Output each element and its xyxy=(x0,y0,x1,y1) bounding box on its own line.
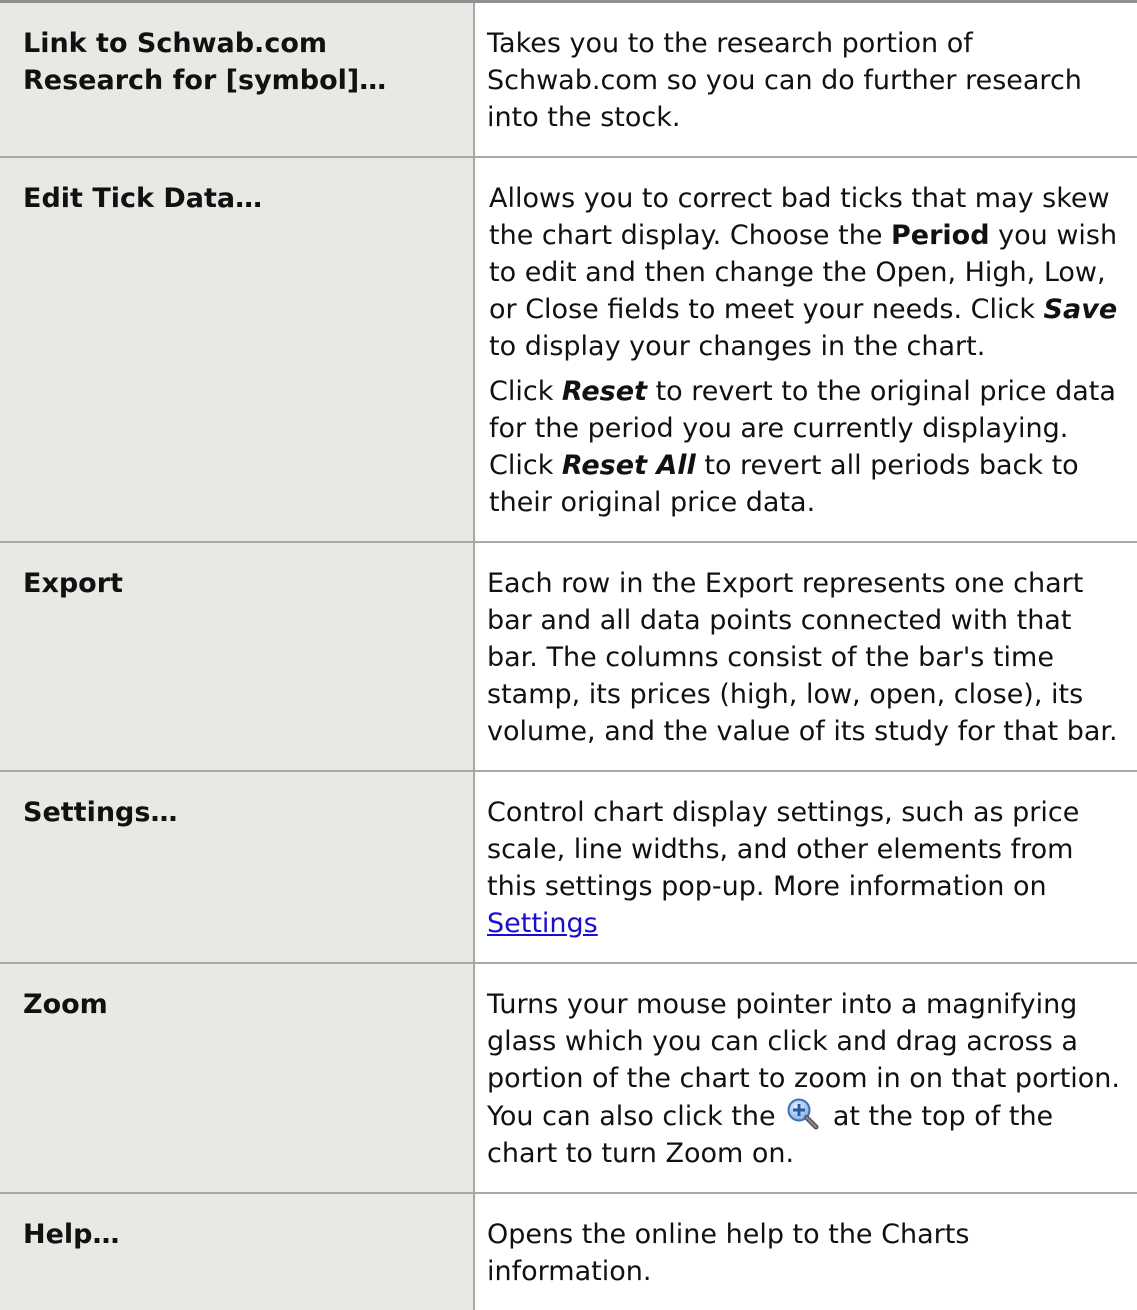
description-text: Each row in the Export represents one ch… xyxy=(487,568,1118,747)
table-row: Settings… Control chart display settings… xyxy=(0,770,1137,963)
description-text: Control chart display settings, such as … xyxy=(487,794,1129,942)
table-row: Zoom Turns your mouse pointer into a mag… xyxy=(0,962,1137,1193)
text-run: Click xyxy=(489,376,562,407)
term-help: Help… xyxy=(0,1192,475,1310)
table-row: Export Each row in the Export represents… xyxy=(0,541,1137,771)
description-text: Turns your mouse pointer into a magnifyi… xyxy=(487,986,1129,1172)
reset-all-term: Reset All xyxy=(561,450,696,481)
description-edit-tick-data: Allows you to correct bad ticks that may… xyxy=(474,156,1137,542)
table-row: Help… Opens the online help to the Chart… xyxy=(0,1192,1137,1310)
description-paragraph: Allows you to correct bad ticks that may… xyxy=(489,180,1129,365)
period-term: Period xyxy=(891,220,990,251)
term-settings: Settings… xyxy=(0,770,475,963)
settings-link[interactable]: Settings xyxy=(487,908,598,939)
table-row: Edit Tick Data… Allows you to correct ba… xyxy=(0,156,1137,542)
term-export: Export xyxy=(0,541,475,771)
zoom-in-magnifier-icon xyxy=(786,1097,820,1131)
description-text: Takes you to the research portion of Sch… xyxy=(487,28,1082,133)
description-research-link: Takes you to the research portion of Sch… xyxy=(474,0,1137,157)
chart-menu-help-table: Link to Schwab.com Research for [symbol]… xyxy=(0,0,1137,1310)
reset-term: Reset xyxy=(561,376,647,407)
description-settings: Control chart display settings, such as … xyxy=(474,770,1137,963)
term-edit-tick-data: Edit Tick Data… xyxy=(0,156,475,542)
text-run: Control chart display settings, such as … xyxy=(487,797,1080,902)
description-export: Each row in the Export represents one ch… xyxy=(474,541,1137,771)
description-text: Opens the online help to the Charts info… xyxy=(487,1219,970,1287)
save-term: Save xyxy=(1043,294,1118,325)
term-zoom: Zoom xyxy=(0,962,475,1193)
term-research-link: Link to Schwab.com Research for [symbol]… xyxy=(0,0,475,157)
description-zoom: Turns your mouse pointer into a magnifyi… xyxy=(474,962,1137,1193)
table-row: Link to Schwab.com Research for [symbol]… xyxy=(0,0,1137,157)
text-run: to display your changes in the chart. xyxy=(489,331,986,362)
description-paragraph: Click Reset to revert to the original pr… xyxy=(489,373,1129,521)
description-help: Opens the online help to the Charts info… xyxy=(474,1192,1137,1310)
